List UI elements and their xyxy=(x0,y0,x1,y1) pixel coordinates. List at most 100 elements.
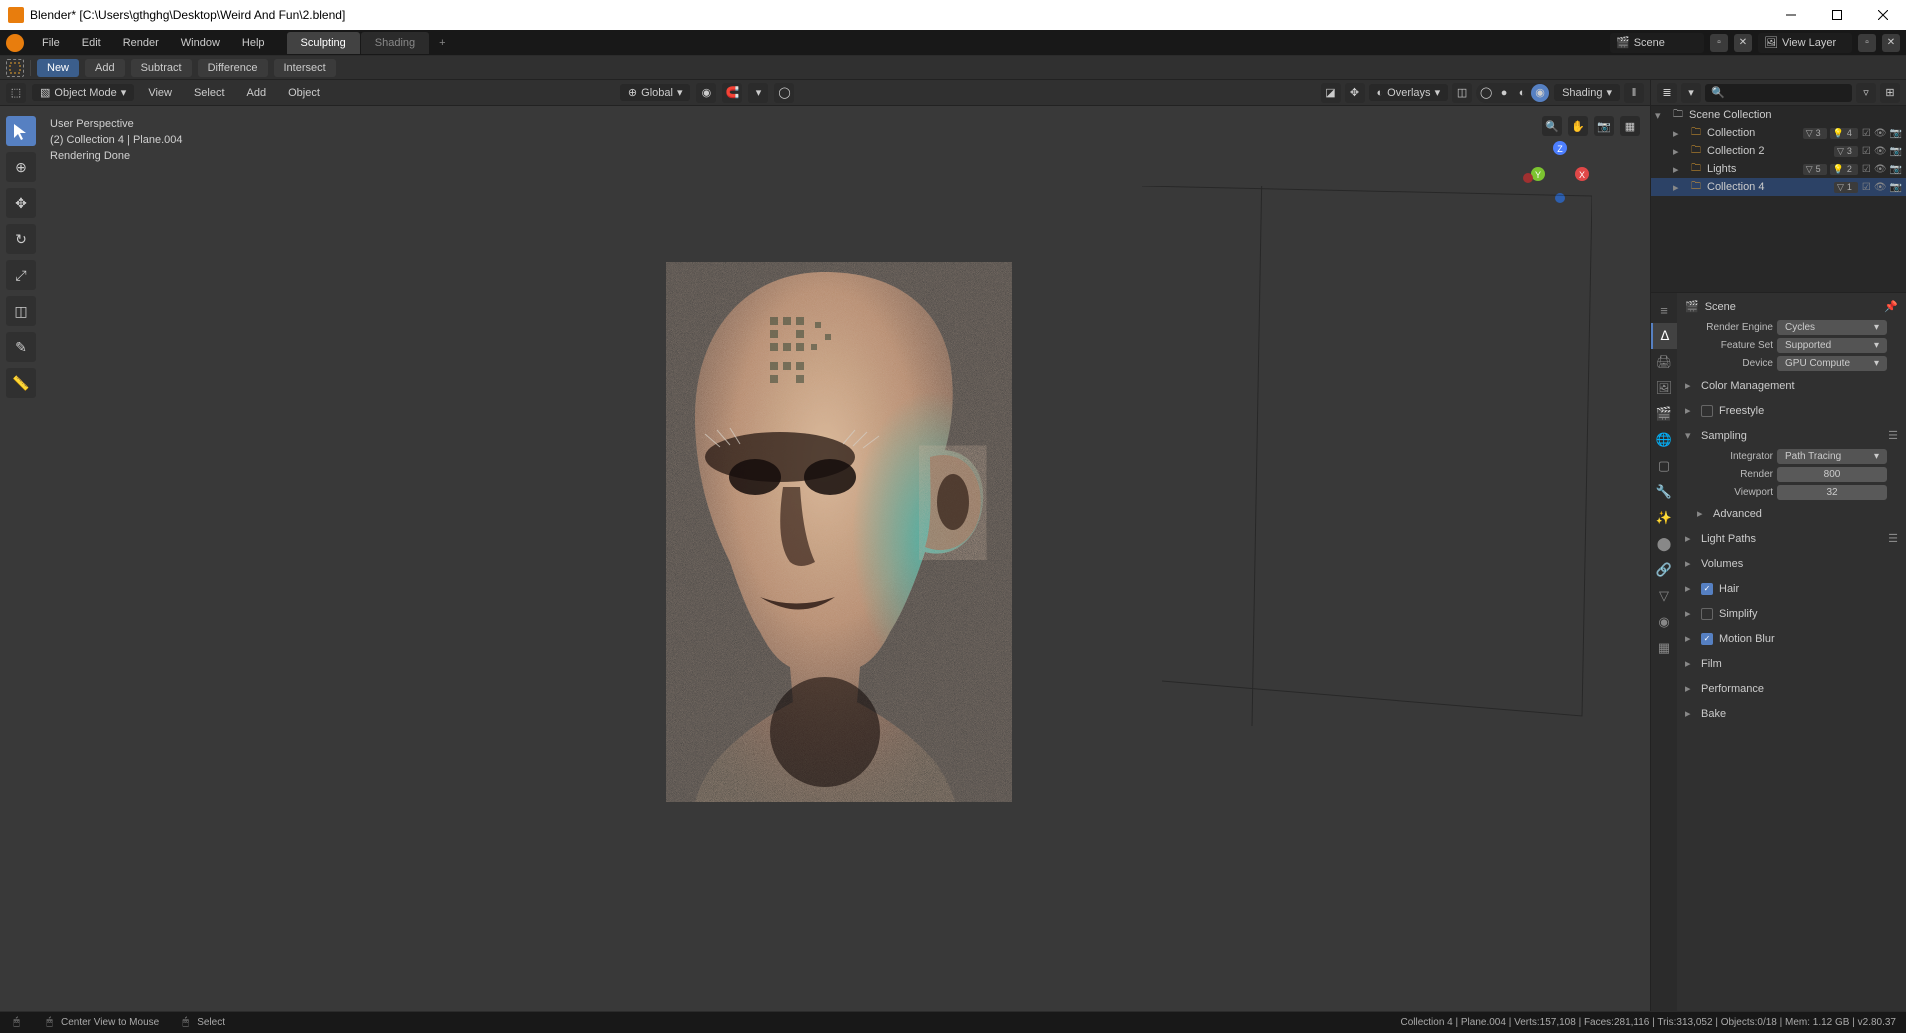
preset-icon[interactable]: ☰ xyxy=(1888,532,1898,545)
panel-volumes[interactable]: ▸Volumes xyxy=(1683,553,1900,574)
freestyle-checkbox[interactable] xyxy=(1701,405,1713,417)
close-button[interactable] xyxy=(1860,0,1906,30)
properties-tab-data[interactable]: ▽ xyxy=(1651,583,1677,609)
tool-transform[interactable]: ◫ xyxy=(6,296,36,326)
bool-new-button[interactable]: New xyxy=(37,59,79,77)
outliner-filter-icon[interactable]: ▿ xyxy=(1856,83,1876,103)
minimize-button[interactable] xyxy=(1768,0,1814,30)
toggle-exclude[interactable]: ☑ xyxy=(1862,182,1871,193)
panel-sampling[interactable]: ▾Sampling☰ xyxy=(1683,425,1900,446)
properties-tab-output[interactable]: 🖨 xyxy=(1651,349,1677,375)
nav-camera-icon[interactable]: 📷 xyxy=(1594,116,1614,136)
simplify-checkbox[interactable] xyxy=(1701,608,1713,620)
pivot-icon[interactable]: ◉ xyxy=(696,83,716,103)
nav-pan-icon[interactable]: ✋ xyxy=(1568,116,1588,136)
twisty-icon[interactable]: ▾ xyxy=(1655,109,1667,122)
toggle-exclude[interactable]: ☑ xyxy=(1862,164,1871,175)
scene-new-button[interactable]: ▫ xyxy=(1710,34,1728,52)
toggle-render[interactable]: 📷 xyxy=(1890,146,1902,157)
shading-dropdown[interactable]: Shading ▾ xyxy=(1554,84,1620,101)
outliner-display-mode[interactable]: ▾ xyxy=(1681,83,1701,103)
properties-tab-scene[interactable]: 🎬 xyxy=(1651,401,1677,427)
toggle-render[interactable]: 📷 xyxy=(1890,182,1902,193)
object-types-visibility[interactable]: ◪ xyxy=(1321,83,1341,103)
properties-tab-constraints[interactable]: 🔗 xyxy=(1651,557,1677,583)
properties-tab-object[interactable]: ▢ xyxy=(1651,453,1677,479)
editor-type-icon[interactable]: ⬚ xyxy=(6,83,26,103)
toggle-exclude[interactable]: ☑ xyxy=(1862,146,1871,157)
tool-measure[interactable]: 📏 xyxy=(6,368,36,398)
xray-toggle[interactable]: ◫ xyxy=(1452,83,1472,103)
twisty-icon[interactable]: ▸ xyxy=(1673,181,1685,194)
scene-selector[interactable]: 🎬 Scene xyxy=(1610,33,1704,53)
integrator-dropdown[interactable]: Path Tracing▾ xyxy=(1777,449,1887,464)
properties-tab-tool[interactable]: ≡ xyxy=(1651,297,1677,323)
tool-select-box[interactable] xyxy=(6,116,36,146)
properties-tab-viewlayer[interactable]: 🖼 xyxy=(1651,375,1677,401)
panel-motion-blur[interactable]: ▸✓Motion Blur xyxy=(1683,628,1900,649)
hair-checkbox[interactable]: ✓ xyxy=(1701,583,1713,595)
panel-simplify[interactable]: ▸Simplify xyxy=(1683,603,1900,624)
properties-tab-world[interactable]: 🌐 xyxy=(1651,427,1677,453)
workspace-tab-shading[interactable]: Shading xyxy=(361,32,429,54)
viewport-samples-input[interactable]: 32 xyxy=(1777,485,1887,500)
properties-tab-modifiers[interactable]: 🔧 xyxy=(1651,479,1677,505)
overlays-dropdown[interactable]: ◐ Overlays ▾ xyxy=(1369,84,1449,101)
select-box-icon[interactable] xyxy=(6,59,24,77)
outliner-item-collection4[interactable]: ▸ 🗀 Collection 4 ▽1 ☑👁📷 xyxy=(1651,178,1906,196)
tool-cursor[interactable]: ⊕ xyxy=(6,152,36,182)
outliner-item-lights[interactable]: ▸ 🗀 Lights ▽5💡2 ☑👁📷 xyxy=(1651,160,1906,178)
properties-tab-texture[interactable]: ▦ xyxy=(1651,635,1677,661)
panel-light-paths[interactable]: ▸Light Paths☰ xyxy=(1683,528,1900,549)
outliner-scene-collection[interactable]: ▾ 🗀 Scene Collection xyxy=(1651,106,1906,124)
snap-target-icon[interactable]: ▾ xyxy=(748,83,768,103)
shading-wireframe[interactable]: ◯ xyxy=(1477,84,1495,102)
viewport-pause-icon[interactable]: ‖ xyxy=(1624,83,1644,103)
pin-icon[interactable]: 📌 xyxy=(1884,300,1898,313)
feature-set-dropdown[interactable]: Supported▾ xyxy=(1777,338,1887,353)
orientation-selector[interactable]: ⊕ Global ▾ xyxy=(620,84,691,101)
bool-intersect-button[interactable]: Intersect xyxy=(274,59,336,77)
snap-toggle[interactable]: 🧲 xyxy=(722,83,742,103)
properties-tab-particles[interactable]: ✨ xyxy=(1651,505,1677,531)
menu-edit[interactable]: Edit xyxy=(72,33,111,53)
outliner-item-collection2[interactable]: ▸ 🗀 Collection 2 ▽3 ☑👁📷 xyxy=(1651,142,1906,160)
motion-blur-checkbox[interactable]: ✓ xyxy=(1701,633,1713,645)
outliner-item-collection[interactable]: ▸ 🗀 Collection ▽3💡4 ☑👁📷 xyxy=(1651,124,1906,142)
proportional-toggle[interactable]: ◯ xyxy=(774,83,794,103)
viewlayer-new-button[interactable]: ▫ xyxy=(1858,34,1876,52)
gizmo-toggle[interactable]: ✥ xyxy=(1345,83,1365,103)
render-samples-input[interactable]: 800 xyxy=(1777,467,1887,482)
toggle-visible[interactable]: 👁 xyxy=(1874,182,1887,193)
bool-add-button[interactable]: Add xyxy=(85,59,125,77)
panel-freestyle[interactable]: ▸Freestyle xyxy=(1683,400,1900,421)
tool-rotate[interactable]: ↻ xyxy=(6,224,36,254)
bool-difference-button[interactable]: Difference xyxy=(198,59,268,77)
toggle-render[interactable]: 📷 xyxy=(1890,164,1902,175)
shading-solid[interactable]: ● xyxy=(1495,84,1513,102)
device-dropdown[interactable]: GPU Compute▾ xyxy=(1777,356,1887,371)
tool-scale[interactable]: ⤢ xyxy=(6,260,36,290)
toggle-visible[interactable]: 👁 xyxy=(1874,146,1887,157)
outliner-new-collection[interactable]: ⊞ xyxy=(1880,83,1900,103)
menu-window[interactable]: Window xyxy=(171,33,230,53)
viewport-menu-add[interactable]: Add xyxy=(239,84,275,102)
blender-logo-icon[interactable] xyxy=(6,34,24,52)
twisty-icon[interactable]: ▸ xyxy=(1673,127,1685,140)
properties-tab-material[interactable]: ◉ xyxy=(1651,609,1677,635)
panel-color-management[interactable]: ▸Color Management xyxy=(1683,375,1900,396)
twisty-icon[interactable]: ▸ xyxy=(1673,145,1685,158)
tool-move[interactable]: ✥ xyxy=(6,188,36,218)
render-engine-dropdown[interactable]: Cycles▾ xyxy=(1777,320,1887,335)
viewlayer-delete-button[interactable]: ✕ xyxy=(1882,34,1900,52)
shading-rendered[interactable]: ◉ xyxy=(1531,84,1549,102)
menu-help[interactable]: Help xyxy=(232,33,275,53)
twisty-icon[interactable]: ▸ xyxy=(1673,163,1685,176)
properties-tab-render[interactable]: ᐃ xyxy=(1651,323,1677,349)
outliner-editor-icon[interactable]: ≣ xyxy=(1657,83,1677,103)
nav-persp-icon[interactable]: ▦ xyxy=(1620,116,1640,136)
panel-film[interactable]: ▸Film xyxy=(1683,653,1900,674)
shading-lookdev[interactable]: ◐ xyxy=(1513,84,1531,102)
workspace-tab-sculpting[interactable]: Sculpting xyxy=(287,32,360,54)
toggle-exclude[interactable]: ☑ xyxy=(1862,128,1871,139)
